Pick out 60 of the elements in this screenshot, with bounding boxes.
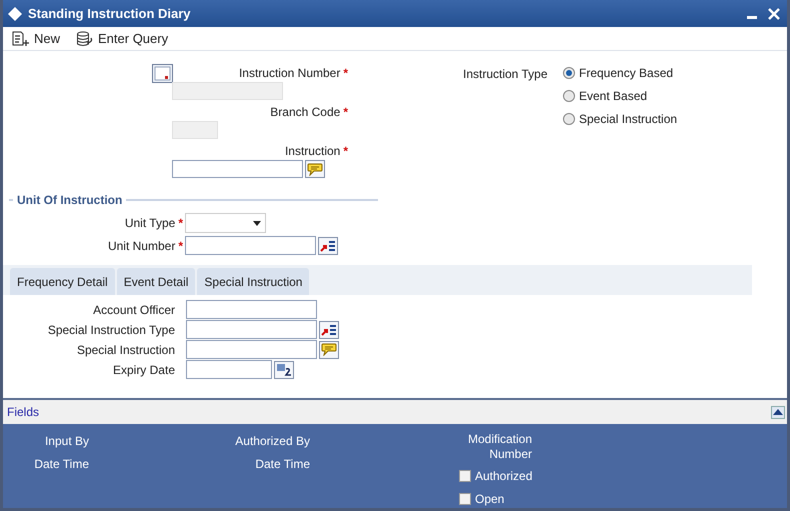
checkbox-label: Authorized xyxy=(475,468,532,485)
new-document-icon xyxy=(12,30,30,46)
input-field[interactable] xyxy=(186,300,317,319)
list-lookup-button[interactable] xyxy=(318,236,338,254)
radio-button[interactable] xyxy=(563,113,575,125)
checkbox[interactable] xyxy=(459,493,471,505)
fields-link[interactable]: Fields xyxy=(7,403,40,421)
calendar-button[interactable] xyxy=(274,360,294,378)
radio-label: Special Instruction xyxy=(579,111,678,128)
audit-label: Date Time xyxy=(255,456,310,473)
required-asterisk: * xyxy=(178,238,183,254)
required-asterisk: * xyxy=(343,104,348,121)
checkbox[interactable] xyxy=(459,470,471,482)
audit-label: Date Time xyxy=(34,456,89,473)
enter-query-button[interactable]: Enter Query xyxy=(76,28,168,48)
list-lookup-button[interactable] xyxy=(319,320,339,338)
input-field[interactable] xyxy=(186,340,317,359)
required-asterisk: * xyxy=(343,65,348,82)
checkbox-label: Open xyxy=(475,491,504,508)
caret-icon xyxy=(253,220,261,226)
audit-label: Number xyxy=(489,447,532,462)
form-icon xyxy=(152,64,173,83)
required-asterisk: * xyxy=(178,215,183,232)
audit-label: Input By xyxy=(44,433,89,450)
speech-bubble-button[interactable] xyxy=(319,340,339,358)
diamond-icon xyxy=(7,6,23,22)
new-button[interactable]: New xyxy=(12,28,60,48)
audit-label: Modification xyxy=(468,432,532,447)
required-asterisk: * xyxy=(343,143,348,160)
collapse-button[interactable] xyxy=(771,406,785,418)
input-field[interactable] xyxy=(186,360,272,379)
tab[interactable]: Special Instruction xyxy=(197,268,310,295)
radio-label: Event Based xyxy=(579,88,648,105)
field-label: Account Officer xyxy=(92,302,175,318)
field-label: Instruction xyxy=(284,143,340,160)
field-label: Branch Code xyxy=(270,104,340,121)
field-label: Special Instruction Type xyxy=(46,322,175,338)
dropdown-field[interactable] xyxy=(185,213,266,233)
field-label: Instruction Type xyxy=(463,66,548,83)
radio-button[interactable] xyxy=(563,67,575,79)
speech-bubble-button[interactable] xyxy=(305,160,325,178)
database-icon xyxy=(76,30,94,46)
field-label: Expiry Date xyxy=(112,362,175,378)
field-label: Instruction Number xyxy=(238,65,340,82)
input-field[interactable] xyxy=(172,160,303,178)
readonly-field[interactable] xyxy=(172,82,283,100)
audit-label: Authorized By xyxy=(235,433,310,450)
input-field[interactable] xyxy=(185,236,316,255)
tab[interactable]: Event Detail xyxy=(116,268,196,295)
window-title: Standing Instruction Diary xyxy=(28,4,191,23)
field-label: Special Instruction xyxy=(76,342,175,358)
section-title: Unit Of Instruction xyxy=(17,192,122,209)
field-label: Unit Number xyxy=(108,238,176,254)
input-field[interactable] xyxy=(186,320,317,339)
tab[interactable]: Frequency Detail xyxy=(10,268,115,295)
radio-button[interactable] xyxy=(563,90,575,102)
radio-label: Frequency Based xyxy=(579,65,674,82)
close-button[interactable] xyxy=(767,6,781,20)
readonly-field[interactable] xyxy=(172,121,218,139)
field-label: Unit Type xyxy=(124,215,176,232)
